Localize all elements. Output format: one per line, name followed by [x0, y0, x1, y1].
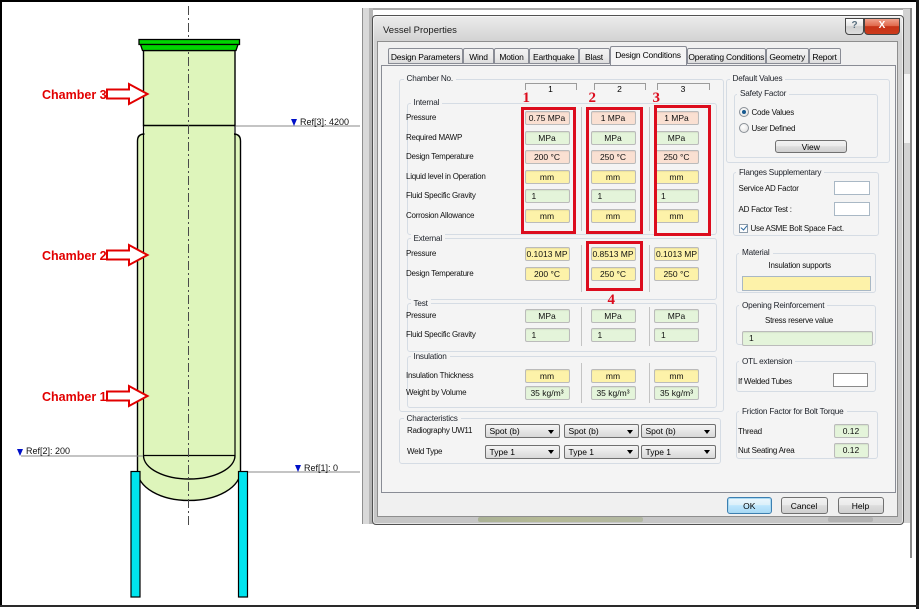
svg-text:Ref[2]: 200: Ref[2]: 200: [26, 446, 70, 456]
svg-text:Chamber 1: Chamber 1: [42, 390, 107, 404]
svg-text:Chamber 2: Chamber 2: [42, 249, 107, 263]
svg-text:Ref[3]: 4200: Ref[3]: 4200: [300, 117, 349, 127]
svg-text:Chamber 3: Chamber 3: [42, 88, 107, 102]
svg-text:Ref[1]: 0: Ref[1]: 0: [304, 463, 338, 473]
